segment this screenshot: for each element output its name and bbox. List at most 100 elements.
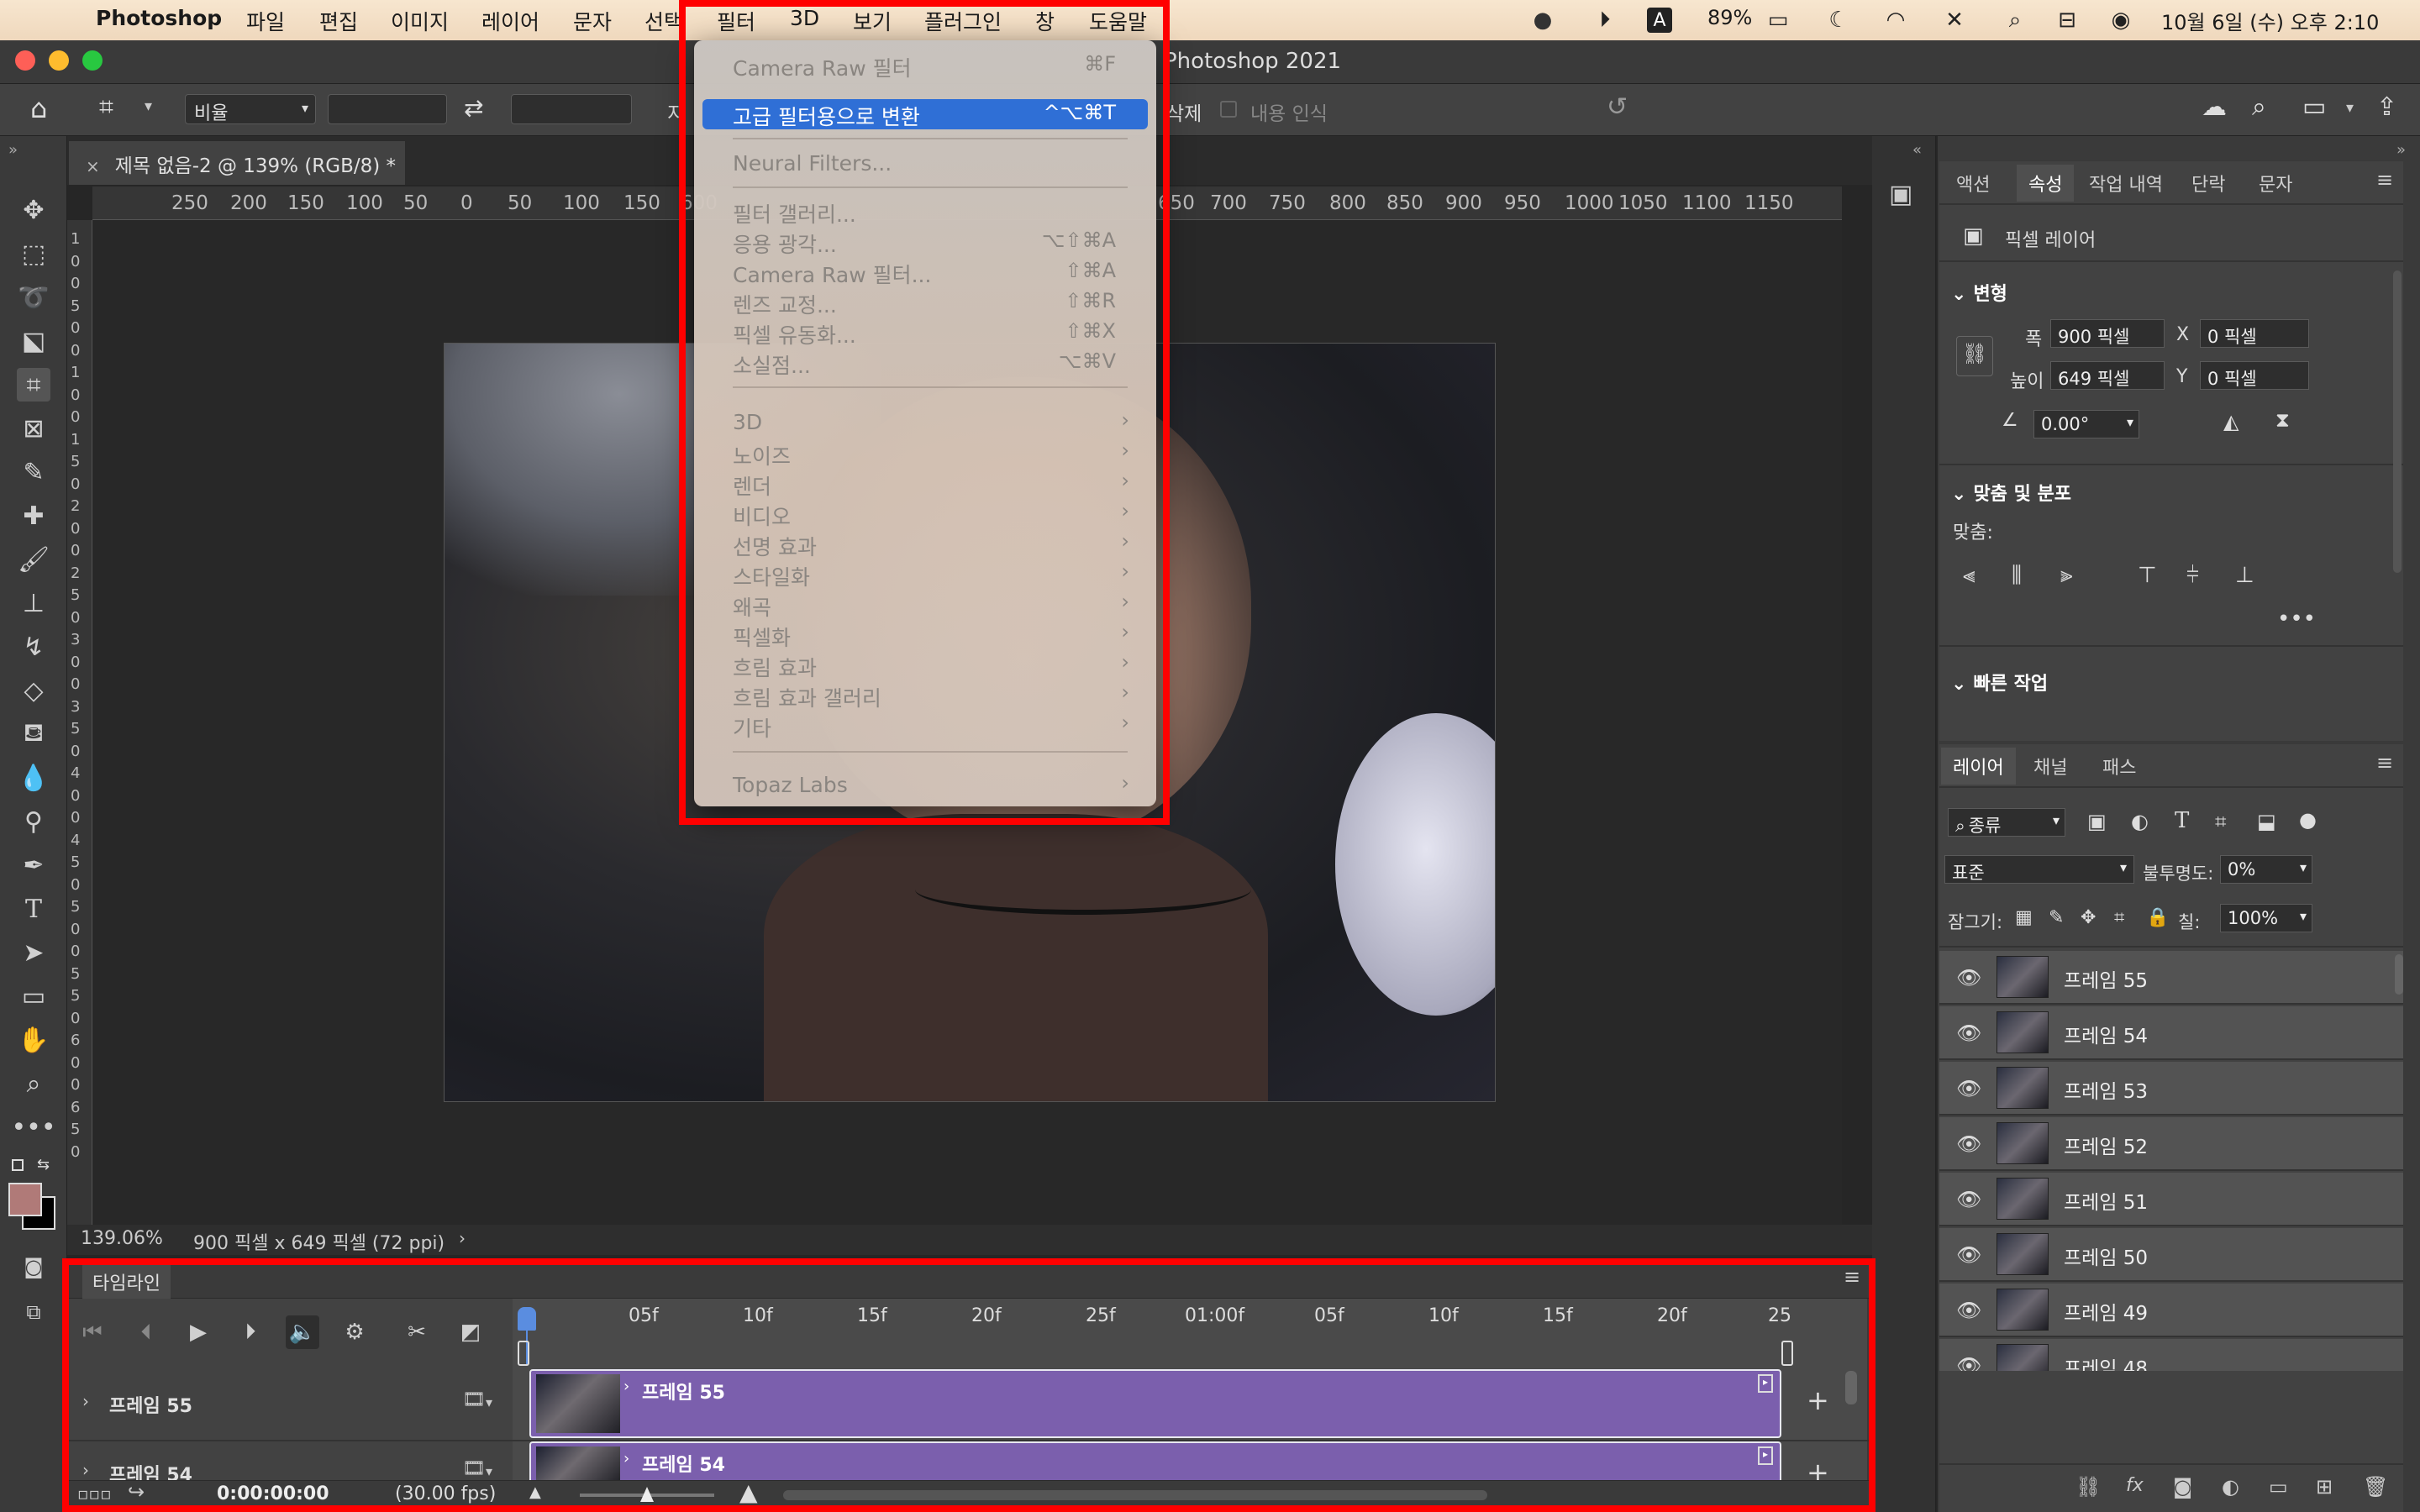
chevron-down-icon[interactable]: ▾: [486, 1463, 492, 1479]
menu-help[interactable]: 도움말: [1089, 6, 1147, 36]
foreground-color-swatch[interactable]: [8, 1183, 42, 1216]
more-tools-icon[interactable]: •••: [11, 1110, 55, 1144]
visibility-eye-icon[interactable]: 👁: [1956, 1354, 1981, 1371]
chevron-right-icon[interactable]: ›: [82, 1391, 89, 1411]
lock-position-icon[interactable]: ✥: [2081, 907, 2096, 928]
align-hcenter-icon[interactable]: ⫼: [2012, 563, 2022, 589]
width-input[interactable]: 900 픽셀: [2050, 319, 2165, 348]
marquee-tool-icon[interactable]: ⬚: [17, 237, 50, 270]
filter-menu-item[interactable]: 왜곡 ›: [694, 590, 1156, 620]
flip-vertical-icon[interactable]: ⧗: [2275, 408, 2290, 432]
first-frame-icon[interactable]: ⏮: [76, 1315, 109, 1349]
filter-menu-item[interactable]: 응용 광각... ⌥⇧⌘A: [694, 227, 1156, 257]
menu-select[interactable]: 선택: [644, 6, 683, 36]
menu-type[interactable]: 문자: [573, 6, 612, 36]
adjustment-layer-icon[interactable]: ◐: [2222, 1475, 2239, 1499]
align-heading[interactable]: ⌄ 맞춤 및 분포: [1951, 479, 2071, 506]
zoom-tool-icon[interactable]: ⌕: [17, 1067, 50, 1100]
visibility-eye-icon[interactable]: 👁: [1956, 966, 1981, 990]
straighten-label[interactable]: 지: [667, 97, 685, 126]
swap-colors-icon[interactable]: ⇆: [37, 1156, 50, 1173]
quick-actions-heading[interactable]: ⌄ 빠른 작업: [1951, 669, 2048, 696]
x-input[interactable]: 0 픽셀: [2200, 319, 2309, 348]
quick-mask-icon[interactable]: ◙: [17, 1250, 50, 1284]
battery-icon[interactable]: ▭: [1758, 7, 1798, 34]
timeline-clip[interactable]: › 프레임 54 ▸: [529, 1441, 1781, 1483]
film-strip-icon[interactable]: 🎞: [462, 1458, 486, 1479]
filter-menu-item[interactable]: 선명 효과 ›: [694, 529, 1156, 559]
align-right-icon[interactable]: ⫸: [2060, 563, 2073, 589]
layer-row[interactable]: 👁 프레임 52: [1939, 1117, 2403, 1171]
timeline-title[interactable]: 타임라인: [82, 1265, 171, 1299]
menu-3d[interactable]: 3D: [790, 6, 819, 30]
work-area-end-handle[interactable]: [1781, 1341, 1793, 1366]
menu-image[interactable]: 이미지: [391, 6, 449, 36]
play-button[interactable]: ▶: [182, 1315, 215, 1349]
lock-transparent-icon[interactable]: ▦: [2015, 907, 2033, 928]
menu-edit[interactable]: 편집: [319, 6, 358, 36]
filter-menu-item[interactable]: 3D ›: [694, 408, 1156, 437]
reset-icon[interactable]: ↺: [1607, 92, 1628, 122]
collapse-icon[interactable]: «: [1912, 141, 1922, 159]
chevron-right-icon[interactable]: ›: [623, 1450, 629, 1467]
search-icon[interactable]: ⌕: [2252, 92, 2266, 122]
screen-mode-icon[interactable]: ⧉: [17, 1295, 50, 1329]
layer-row[interactable]: 👁 프레임 48: [1939, 1339, 2403, 1371]
lasso-tool-icon[interactable]: ➰: [17, 281, 50, 314]
object-select-tool-icon[interactable]: ⬕: [17, 324, 50, 358]
filter-shape-icon[interactable]: ⌗: [2215, 810, 2227, 833]
tab-paragraph[interactable]: 단락: [2191, 170, 2225, 197]
tab-actions[interactable]: 액션: [1956, 170, 1990, 197]
lock-all-icon[interactable]: 🔒: [2146, 907, 2169, 928]
timeline-hscrollbar[interactable]: [783, 1490, 1487, 1500]
tab-layers[interactable]: 레이어: [1941, 748, 2016, 785]
menu-view[interactable]: 보기: [853, 6, 892, 36]
path-select-icon[interactable]: ➤: [17, 936, 50, 969]
play-circle-icon[interactable]: ⏵: [1591, 7, 1618, 34]
menu-file[interactable]: 파일: [246, 6, 285, 36]
tab-channels[interactable]: 채널: [2033, 753, 2067, 780]
dodge-tool-icon[interactable]: ⚲: [17, 805, 50, 838]
filter-menu-item[interactable]: 픽셀화 ›: [694, 620, 1156, 650]
fill-input[interactable]: 100% ▾: [2220, 904, 2312, 932]
split-scissors-icon[interactable]: ✂: [400, 1315, 434, 1349]
tab-history[interactable]: 작업 내역: [2089, 170, 2163, 197]
input-source-icon[interactable]: A: [1647, 8, 1672, 33]
settings-gear-icon[interactable]: ⚙: [338, 1315, 371, 1349]
tab-paths[interactable]: 패스: [2102, 753, 2136, 780]
tab-character[interactable]: 문자: [2259, 170, 2292, 197]
crop-height-input[interactable]: [511, 94, 632, 124]
layer-row[interactable]: 👁 프레임 53: [1939, 1062, 2403, 1116]
y-input[interactable]: 0 픽셀: [2200, 361, 2309, 390]
control-center-icon[interactable]: ⊟: [2054, 7, 2081, 34]
properties-scrollbar[interactable]: [2393, 270, 2402, 573]
zoom-out-mountain-icon[interactable]: ▲: [529, 1483, 541, 1501]
transform-heading[interactable]: ⌄ 변형: [1951, 279, 2007, 306]
blend-mode-select[interactable]: 표준 ▾: [1944, 855, 2134, 884]
history-brush-icon[interactable]: ↯: [17, 630, 50, 664]
height-input[interactable]: 649 픽셀: [2050, 361, 2165, 390]
convert-frames-icon[interactable]: ▫▫▫: [77, 1483, 112, 1504]
document-tab[interactable]: × 제목 없음-2 @ 139% (RGB/8) *: [69, 141, 405, 185]
track-label[interactable]: 프레임 55: [109, 1391, 192, 1418]
content-aware-checkbox[interactable]: [1220, 101, 1237, 118]
filter-adjustment-icon[interactable]: ◐: [2131, 810, 2149, 833]
align-vcenter-icon[interactable]: ⫩: [2186, 563, 2199, 589]
chevron-down-icon[interactable]: ▾: [145, 97, 152, 115]
layer-row[interactable]: 👁 프레임 51: [1939, 1173, 2403, 1226]
filter-menu-item[interactable]: Camera Raw 필터... ⇧⌘A: [694, 257, 1156, 287]
filter-menu-item[interactable]: 흐림 효과 갤러리 ›: [694, 680, 1156, 711]
expand-icon[interactable]: »: [2396, 141, 2406, 159]
workspace-icon[interactable]: ▭: [2302, 92, 2326, 122]
timeline-ruler[interactable]: [516, 1305, 1793, 1347]
filter-menu-item[interactable]: 기타 ›: [694, 711, 1156, 741]
zoom-window-button[interactable]: [82, 50, 103, 71]
clip-end-handle[interactable]: ▸: [1758, 1374, 1773, 1393]
filter-menu-item[interactable]: Camera Raw 필터 ⌘F: [694, 50, 1156, 81]
chat-notification-icon[interactable]: ●: [1529, 7, 1556, 34]
visibility-eye-icon[interactable]: 👁: [1956, 1021, 1981, 1045]
lock-artboard-icon[interactable]: ⌗: [2114, 907, 2124, 928]
share-icon[interactable]: ⇪: [2376, 92, 2397, 122]
filter-menu-item[interactable]: Neural Filters...: [694, 150, 1156, 178]
menu-plugins[interactable]: 플러그인: [924, 6, 1002, 36]
